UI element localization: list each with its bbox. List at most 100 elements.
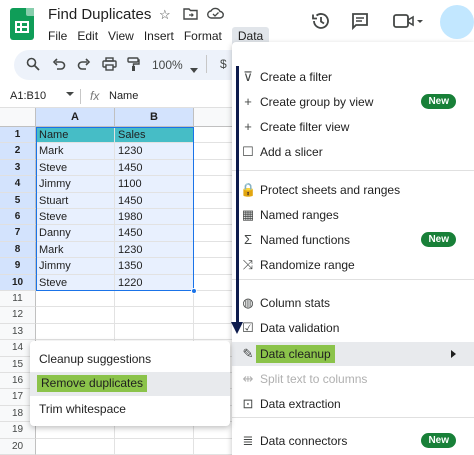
table-cell[interactable]: 1220 [115, 274, 194, 291]
table-cell[interactable] [194, 291, 234, 308]
submenu-item-trim-whitespace[interactable]: Trim whitespace [30, 397, 230, 421]
data-menu-item-create-filter-view[interactable]: + Create filter view [232, 115, 474, 139]
share-button[interactable] [440, 5, 474, 39]
menu-file[interactable]: File [48, 27, 73, 47]
table-cell[interactable]: Stuart [36, 192, 115, 209]
data-menu-item-column-stats[interactable]: ◍ Column stats [232, 291, 474, 315]
table-cell[interactable] [115, 291, 194, 308]
table-cell[interactable] [36, 438, 115, 455]
column-header-b[interactable]: B [115, 108, 194, 127]
data-menu-item-named-functions[interactable]: Σ Named functions New [232, 228, 474, 252]
table-cell[interactable] [194, 192, 234, 209]
submenu-item-remove-duplicates[interactable]: Remove duplicates [30, 372, 230, 396]
table-cell[interactable] [194, 127, 234, 144]
data-menu-item-protect-sheets[interactable]: 🔒 Protect sheets and ranges [232, 178, 474, 202]
search-menus-icon[interactable] [26, 57, 40, 74]
comments-icon[interactable] [350, 11, 370, 31]
table-cell[interactable] [194, 274, 234, 291]
version-history-icon[interactable] [310, 10, 332, 32]
row-header[interactable]: 3 [0, 159, 36, 177]
print-icon[interactable] [102, 57, 117, 74]
meet-camera-icon[interactable] [393, 12, 423, 30]
table-cell[interactable]: Danny [36, 225, 115, 242]
redo-icon[interactable] [77, 57, 91, 74]
formula-input[interactable]: Name [109, 90, 138, 102]
table-cell[interactable] [194, 176, 234, 193]
menu-view[interactable]: View [108, 27, 140, 47]
sheets-logo-icon[interactable] [10, 8, 34, 40]
data-menu-item-create-filter[interactable]: ⊽ Create a filter [232, 65, 474, 89]
table-cell[interactable]: 1450 [115, 159, 194, 177]
row-header[interactable]: 1 [0, 127, 36, 144]
row-header[interactable]: 5 [0, 192, 36, 209]
menu-insert[interactable]: Insert [144, 27, 180, 47]
document-title[interactable]: Find Duplicates [48, 6, 151, 23]
row-header[interactable]: 20 [0, 438, 36, 455]
table-cell[interactable]: 1450 [115, 225, 194, 242]
table-cell[interactable]: Jimmy [36, 176, 115, 193]
table-cell[interactable]: Sales [115, 127, 194, 144]
column-header-c[interactable] [194, 108, 234, 127]
table-cell[interactable] [115, 323, 194, 341]
zoom-select[interactable]: 100% [152, 58, 183, 72]
table-cell[interactable] [36, 307, 115, 324]
row-header[interactable]: 11 [0, 291, 36, 308]
table-cell[interactable] [36, 323, 115, 341]
data-menu-item-add-slicer[interactable]: ☐ Add a slicer [232, 140, 474, 164]
table-cell[interactable]: Mark [36, 241, 115, 259]
row-header[interactable]: 6 [0, 209, 36, 226]
table-cell[interactable] [194, 258, 234, 275]
table-cell[interactable]: 1980 [115, 209, 194, 226]
table-cell[interactable]: 1100 [115, 176, 194, 193]
data-menu-item-data-connectors[interactable]: ≣ Data connectors New [232, 429, 474, 453]
table-cell[interactable] [194, 307, 234, 324]
menu-edit[interactable]: Edit [77, 27, 104, 47]
table-cell[interactable] [194, 323, 234, 341]
paint-format-icon[interactable] [127, 57, 140, 75]
table-cell[interactable] [194, 438, 234, 455]
data-menu-item-randomize-range[interactable]: ⤨ Randomize range [232, 253, 474, 277]
table-cell[interactable] [194, 143, 234, 160]
table-cell[interactable]: Mark [36, 143, 115, 160]
data-menu-item-create-group-by-view[interactable]: + Create group by view New [232, 90, 474, 114]
row-header[interactable]: 4 [0, 176, 36, 193]
table-cell[interactable]: 1450 [115, 192, 194, 209]
cloud-status-icon[interactable] [207, 7, 224, 22]
select-all-corner[interactable] [0, 108, 36, 127]
move-folder-icon[interactable] [183, 7, 198, 23]
fill-handle[interactable] [191, 288, 197, 294]
table-cell[interactable] [194, 159, 234, 177]
table-cell[interactable]: 1350 [115, 258, 194, 275]
row-header[interactable]: 9 [0, 258, 36, 275]
table-cell[interactable] [115, 307, 194, 324]
star-icon[interactable]: ☆ [159, 7, 171, 23]
submenu-item-cleanup-suggestions[interactable]: Cleanup suggestions [30, 347, 230, 371]
table-cell[interactable] [194, 209, 234, 226]
table-cell[interactable]: 1230 [115, 241, 194, 259]
zoom-caret-icon[interactable] [190, 61, 198, 76]
table-cell[interactable]: 1230 [115, 143, 194, 160]
table-cell[interactable]: Steve [36, 274, 115, 291]
row-header[interactable]: 10 [0, 274, 36, 291]
row-header[interactable]: 7 [0, 225, 36, 242]
row-header[interactable]: 12 [0, 307, 36, 324]
row-header[interactable]: 8 [0, 241, 36, 259]
table-cell[interactable]: Steve [36, 159, 115, 177]
data-menu-item-named-ranges[interactable]: ▦ Named ranges [232, 203, 474, 227]
table-cell[interactable] [194, 225, 234, 242]
row-header[interactable]: 13 [0, 323, 36, 341]
column-header-a[interactable]: A [36, 108, 115, 127]
name-box[interactable]: A1:B10 [10, 90, 46, 102]
undo-icon[interactable] [52, 57, 66, 74]
data-menu-item-data-extraction[interactable]: ⊡ Data extraction [232, 392, 474, 416]
table-cell[interactable]: Jimmy [36, 258, 115, 275]
table-cell[interactable]: Name [36, 127, 115, 144]
row-header[interactable]: 2 [0, 143, 36, 160]
data-menu-item-data-cleanup[interactable]: ✎ Data cleanup [232, 342, 474, 366]
name-box-caret-icon[interactable] [66, 92, 74, 96]
table-cell[interactable] [115, 438, 194, 455]
currency-format-button[interactable]: $ [220, 57, 227, 71]
menu-format[interactable]: Format [184, 27, 228, 47]
table-cell[interactable] [36, 291, 115, 308]
table-cell[interactable] [194, 241, 234, 259]
